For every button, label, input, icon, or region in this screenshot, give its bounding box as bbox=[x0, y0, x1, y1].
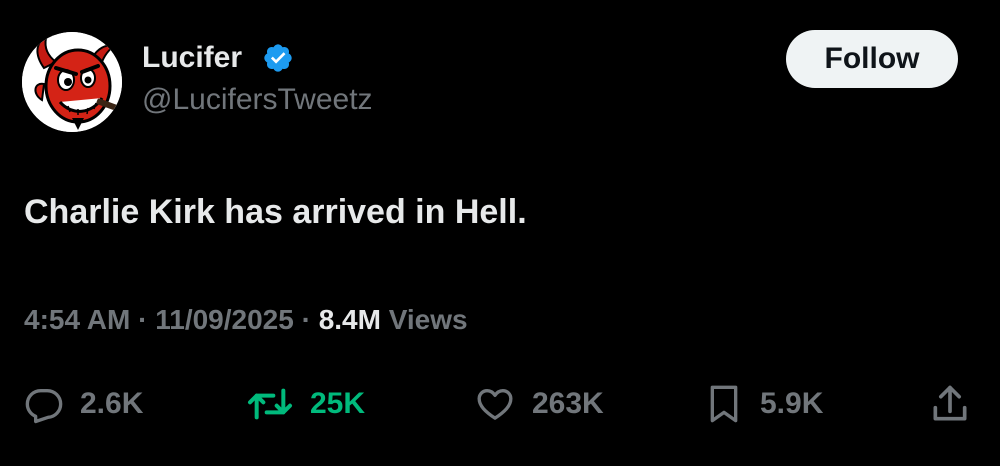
user-handle[interactable]: @LucifersTweetz bbox=[142, 82, 373, 118]
repost-button[interactable]: 25K bbox=[246, 372, 365, 436]
like-button[interactable]: 263K bbox=[474, 372, 604, 436]
bookmark-button[interactable]: 5.9K bbox=[704, 372, 823, 436]
tweet-metadata: 4:54 AM · 11/09/2025 · 8.4M Views bbox=[24, 302, 468, 338]
tweet-date[interactable]: 11/09/2025 bbox=[155, 304, 294, 335]
display-name[interactable]: Lucifer bbox=[142, 40, 242, 76]
reply-button[interactable]: 2.6K bbox=[24, 372, 143, 436]
tweet-time[interactable]: 4:54 AM bbox=[24, 304, 130, 335]
views-count: 8.4M bbox=[318, 304, 381, 335]
follow-button[interactable]: Follow bbox=[786, 30, 958, 88]
reply-icon bbox=[25, 389, 63, 424]
tweet-text: Charlie Kirk has arrived in Hell. bbox=[24, 193, 527, 231]
tweet-actions-bar: 2.6K 25K 263K 5.9K bbox=[0, 372, 1000, 436]
repost-icon bbox=[248, 388, 292, 420]
meta-separator: · bbox=[301, 304, 311, 335]
devil-avatar-icon bbox=[22, 32, 122, 132]
share-icon bbox=[933, 385, 967, 421]
verified-badge-icon bbox=[264, 44, 292, 72]
share-button[interactable] bbox=[928, 372, 972, 436]
like-count: 263K bbox=[532, 387, 604, 420]
bookmark-icon bbox=[710, 385, 738, 423]
bookmark-count: 5.9K bbox=[760, 387, 824, 420]
avatar[interactable] bbox=[22, 32, 122, 132]
meta-separator: · bbox=[138, 304, 148, 335]
reply-count: 2.6K bbox=[80, 387, 144, 420]
views-label: Views bbox=[388, 304, 468, 335]
repost-count: 25K bbox=[310, 387, 366, 420]
heart-icon bbox=[477, 389, 513, 420]
